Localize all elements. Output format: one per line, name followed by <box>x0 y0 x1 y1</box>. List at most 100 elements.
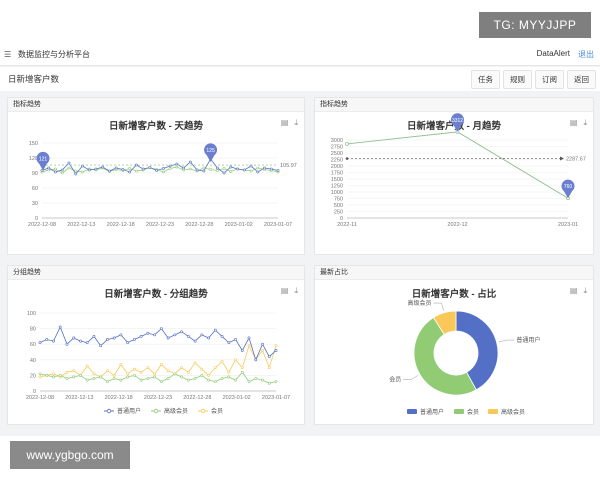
data-point <box>106 380 109 384</box>
data-point <box>200 367 204 371</box>
x-tick-label: 2022-12-13 <box>67 222 95 228</box>
data-point <box>121 168 125 171</box>
data-point <box>222 167 226 170</box>
data-point <box>38 375 42 379</box>
y-tick-label: 30 <box>32 201 38 207</box>
data-point <box>180 375 184 379</box>
data-point <box>58 325 62 329</box>
data-point <box>148 166 152 169</box>
data-point <box>234 338 237 341</box>
data-point <box>200 374 204 377</box>
data-point <box>213 380 217 384</box>
legend-label: 会员 <box>467 408 479 416</box>
data-point <box>261 378 264 382</box>
data-point <box>274 380 278 384</box>
y-tick-label: 80 <box>30 327 36 333</box>
data-point <box>166 336 170 340</box>
data-point <box>207 378 210 382</box>
data-point <box>229 165 233 169</box>
data-point <box>261 342 264 346</box>
data-point <box>134 169 138 173</box>
data-point <box>58 374 62 377</box>
data-point <box>247 336 251 340</box>
legend-swatch <box>407 409 417 414</box>
legend-label: 会员 <box>211 407 223 415</box>
legend-swatch <box>488 409 498 414</box>
y-tick-label: 1000 <box>331 190 343 196</box>
data-point <box>139 378 143 382</box>
data-point <box>234 378 237 382</box>
legend-label: 高级会员 <box>501 408 525 416</box>
x-tick-label: 2022-12-23 <box>146 222 174 228</box>
data-point <box>274 349 278 352</box>
data-point <box>139 370 143 374</box>
x-tick-label: 2022-12-18 <box>105 395 133 401</box>
panel-monthly-trend: 指标趋势 日新增客户数 - 月趋势 ▤ ⤓ 0 250 500 750 1000 1250… <box>314 97 594 255</box>
series-line <box>39 326 277 361</box>
legend-marker <box>200 408 206 414</box>
panel-daily-trend: 指标趋势 日新增客户数 - 天趋势 ▤ ⤓ 0 30 60 90 120 150 2022-… <box>7 97 305 255</box>
data-point <box>153 372 157 376</box>
tab-subscribe[interactable]: 订阅 <box>535 69 564 89</box>
data-point <box>85 378 89 382</box>
tab-rules[interactable]: 规则 <box>503 69 532 89</box>
data-point <box>52 372 55 376</box>
data-point <box>161 167 165 170</box>
tab-back[interactable]: 返回 <box>567 69 596 89</box>
data-point <box>92 335 96 338</box>
data-point <box>240 370 244 374</box>
data-point <box>207 374 210 377</box>
data-point <box>146 366 150 370</box>
x-tick-label: 2022-12-08 <box>28 222 56 228</box>
x-tick-label: 2022-12-13 <box>65 395 93 401</box>
x-tick-label: 2022-12 <box>447 222 467 228</box>
data-point <box>240 349 244 352</box>
data-point <box>72 336 76 340</box>
logout-link[interactable]: 退出 <box>578 49 594 60</box>
data-point <box>202 166 206 170</box>
data-point <box>274 344 278 348</box>
data-point <box>128 170 132 174</box>
data-point <box>72 369 76 373</box>
x-tick-label: 2023-01-07 <box>264 222 292 228</box>
data-point <box>200 333 204 337</box>
menu-icon[interactable]: ☰ <box>4 50 18 59</box>
data-point <box>114 166 118 170</box>
y-tick-label: 100 <box>27 311 36 317</box>
legend-swatch <box>454 409 464 414</box>
tab-task[interactable]: 任务 <box>471 69 500 89</box>
data-point <box>195 168 199 172</box>
x-tick-label: 2022-12-23 <box>144 395 172 401</box>
data-point <box>180 366 184 370</box>
data-point <box>85 364 89 368</box>
data-point <box>92 372 96 376</box>
data-point <box>267 381 271 385</box>
data-point <box>213 328 217 332</box>
data-point <box>247 380 251 384</box>
data-point <box>141 167 145 171</box>
data-point <box>74 172 78 176</box>
data-point <box>119 363 123 366</box>
mark-point-label: 125 <box>206 148 215 154</box>
data-point <box>182 166 186 170</box>
y-tick-label: 250 <box>334 210 343 216</box>
data-point <box>256 170 260 174</box>
data-point <box>207 336 210 340</box>
x-tick-label: 2022-12-18 <box>107 222 135 228</box>
data-point <box>227 375 231 379</box>
x-tick-label: 2023-01-02 <box>225 222 253 228</box>
panel-share: 最新占比 日新增客户数 - 占比 ▤ ⤓ 普通用户 会员 高级会员 普通用户 会员 高级会… <box>314 265 594 425</box>
data-point <box>133 338 136 341</box>
data-point <box>193 339 197 343</box>
data-point <box>180 330 184 334</box>
data-point <box>186 370 190 374</box>
data-point <box>85 341 89 345</box>
data-point <box>67 161 71 165</box>
label-leader <box>403 375 419 380</box>
group-trend-chart: 0204060801002022-12-08 2022-12-13 2022-12-… <box>26 311 290 415</box>
data-point <box>54 170 57 174</box>
data-point <box>153 375 157 379</box>
data-point <box>52 339 55 343</box>
data-point <box>166 369 170 373</box>
legend-label: 普通用户 <box>117 407 141 415</box>
